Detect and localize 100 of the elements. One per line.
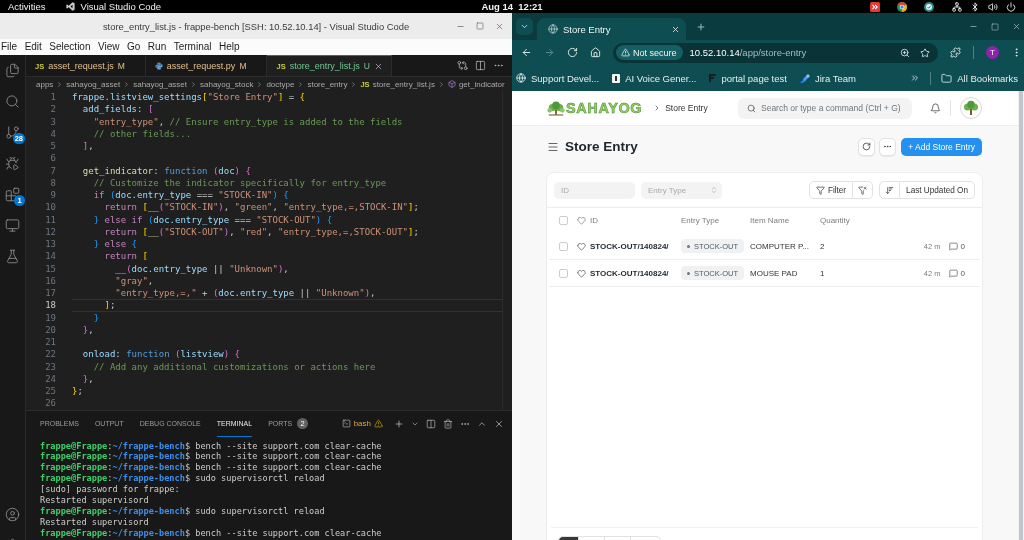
- bookmark-link[interactable]: AI Voice Gener...: [612, 72, 697, 84]
- bluetooth-icon[interactable]: [970, 1, 980, 12]
- chevrons-icon[interactable]: [910, 73, 921, 83]
- account-icon[interactable]: [5, 507, 20, 522]
- check-circle-tray-icon[interactable]: [924, 1, 934, 12]
- close-icon[interactable]: [671, 24, 680, 34]
- bookmarks-folder[interactable]: All Bookmarks: [941, 72, 1018, 84]
- address-bar[interactable]: Not secure 10.52.10.14/app/store-entry: [613, 42, 938, 63]
- menu-item[interactable]: Run: [147, 39, 167, 55]
- app-tray-icon[interactable]: [870, 1, 880, 12]
- breadcrumb-item[interactable]: sahayog_asset: [133, 79, 187, 89]
- sort-order-button[interactable]: [879, 181, 901, 199]
- breadcrumb-item[interactable]: store_entry: [307, 79, 348, 89]
- row-checkbox[interactable]: [559, 268, 568, 278]
- breadcrumb-item[interactable]: get_indicator: [447, 79, 505, 89]
- code-line: ],: [81, 140, 95, 153]
- favicon-icon: [709, 74, 717, 82]
- filter-clear-icon: [858, 185, 868, 195]
- line-number: 23: [44, 360, 56, 373]
- line-number: 3: [49, 115, 56, 128]
- menu-item[interactable]: Edit: [24, 39, 42, 55]
- column-header: Quantity: [820, 215, 850, 225]
- compare-icon[interactable]: [457, 60, 468, 71]
- menu-item[interactable]: Terminal: [173, 39, 212, 55]
- menu-item[interactable]: Go: [127, 39, 141, 55]
- line-number: 26: [44, 397, 56, 410]
- plus-icon[interactable]: [394, 418, 404, 429]
- breadcrumb-item[interactable]: apps: [36, 79, 54, 89]
- line-number: 18: [44, 299, 56, 312]
- code-line: "entry_type", // Ensure entry_type is added to the fields: [92, 115, 404, 128]
- menu-item[interactable]: File: [1, 39, 18, 55]
- clear-filter-button[interactable]: [853, 181, 874, 199]
- star-icon[interactable]: [920, 47, 930, 58]
- search-icon[interactable]: [5, 94, 20, 109]
- close-icon[interactable]: [373, 61, 383, 71]
- volume-icon[interactable]: [988, 1, 998, 12]
- code-line: return [__("STOCK-OUT"), "red", "entry_type,=,STOCK-OUT"];: [103, 225, 420, 238]
- bookmark-link[interactable]: portal page test: [709, 72, 787, 84]
- heart-icon[interactable]: [577, 268, 586, 278]
- row-checkbox[interactable]: [559, 241, 568, 251]
- avatar-icon[interactable]: [960, 97, 982, 119]
- breadcrumb-link[interactable]: Store Entry: [665, 103, 708, 113]
- zoom-icon[interactable]: [900, 47, 910, 58]
- power-icon[interactable]: [1006, 1, 1016, 12]
- sort-field-button[interactable]: Last Updated On: [900, 181, 975, 199]
- heart-icon[interactable]: [577, 241, 586, 251]
- bookmark-link[interactable]: Jira Team: [799, 72, 856, 84]
- menu-item[interactable]: Selection: [49, 39, 91, 55]
- back-icon[interactable]: [521, 47, 532, 58]
- line-number: 7: [49, 164, 56, 177]
- app-menu-label[interactable]: Visual Studio Code: [80, 0, 162, 13]
- id-filter-field[interactable]: ID: [554, 181, 635, 199]
- id-link[interactable]: STOCK-OUT/140824/: [590, 241, 669, 251]
- breadcrumb-item[interactable]: sahayog_stock: [200, 79, 254, 89]
- line-number: 11: [44, 213, 56, 226]
- split-terminal-icon[interactable]: [426, 418, 436, 429]
- activities-button[interactable]: Activities: [8, 0, 46, 13]
- menu-item[interactable]: Help: [219, 39, 240, 55]
- scrollbar-thumb[interactable]: [1019, 91, 1023, 540]
- run-debug-icon[interactable]: [5, 156, 20, 171]
- breadcrumb-item[interactable]: doctype: [266, 79, 295, 89]
- code-line: };: [72, 385, 84, 398]
- files-icon[interactable]: [5, 63, 20, 78]
- bookmark-link[interactable]: Support Devel...: [516, 72, 600, 84]
- menu-icon[interactable]: [547, 140, 559, 153]
- reload-icon[interactable]: [567, 47, 578, 58]
- close-icon[interactable]: [494, 418, 504, 429]
- site-info-chip[interactable]: Not secure: [616, 45, 683, 60]
- line-number: 2: [49, 103, 56, 116]
- id-link[interactable]: STOCK-OUT/140824/: [590, 268, 669, 278]
- extensions-icon[interactable]: [950, 47, 961, 58]
- new-tab-icon[interactable]: [696, 21, 706, 32]
- breadcrumb-item[interactable]: sahayog_asset: [66, 79, 121, 89]
- remote-monitor-icon[interactable]: [5, 218, 20, 233]
- terminal-shell-tab[interactable]: bash: [341, 419, 383, 428]
- select-all-checkbox[interactable]: [559, 215, 568, 225]
- reload-button[interactable]: [858, 137, 876, 156]
- item-name-cell: MOUSE PAD: [750, 268, 798, 278]
- network-icon[interactable]: [952, 1, 962, 12]
- browser-tab[interactable]: Store Entry: [537, 18, 686, 40]
- close-icon[interactable]: [495, 21, 504, 31]
- code-line: // Customize the indicator specifically for entry_type: [92, 176, 388, 189]
- column-header: Item Name: [750, 215, 790, 225]
- filter-button[interactable]: Filter: [808, 181, 854, 199]
- editor-app-icon[interactable]: [66, 2, 76, 11]
- browser-tray-icon[interactable]: [897, 1, 907, 12]
- search-field[interactable]: Search or type a command (Ctrl + G): [738, 97, 912, 119]
- folder-icon: [941, 72, 953, 84]
- notification-bell-icon[interactable]: [930, 102, 941, 114]
- close-icon[interactable]: [1012, 22, 1021, 31]
- trash-icon[interactable]: [443, 418, 453, 429]
- split-editor-icon[interactable]: [475, 60, 486, 71]
- line-number: 1: [49, 91, 56, 104]
- flask-icon[interactable]: [5, 249, 20, 264]
- profile-avatar[interactable]: T: [986, 46, 999, 59]
- menu-item[interactable]: View: [98, 39, 120, 55]
- extensions-icon[interactable]: [5, 187, 20, 202]
- home-icon[interactable]: [590, 47, 601, 58]
- line-number: 13: [44, 238, 56, 251]
- clock[interactable]: Aug 14 12:21: [481, 0, 543, 13]
